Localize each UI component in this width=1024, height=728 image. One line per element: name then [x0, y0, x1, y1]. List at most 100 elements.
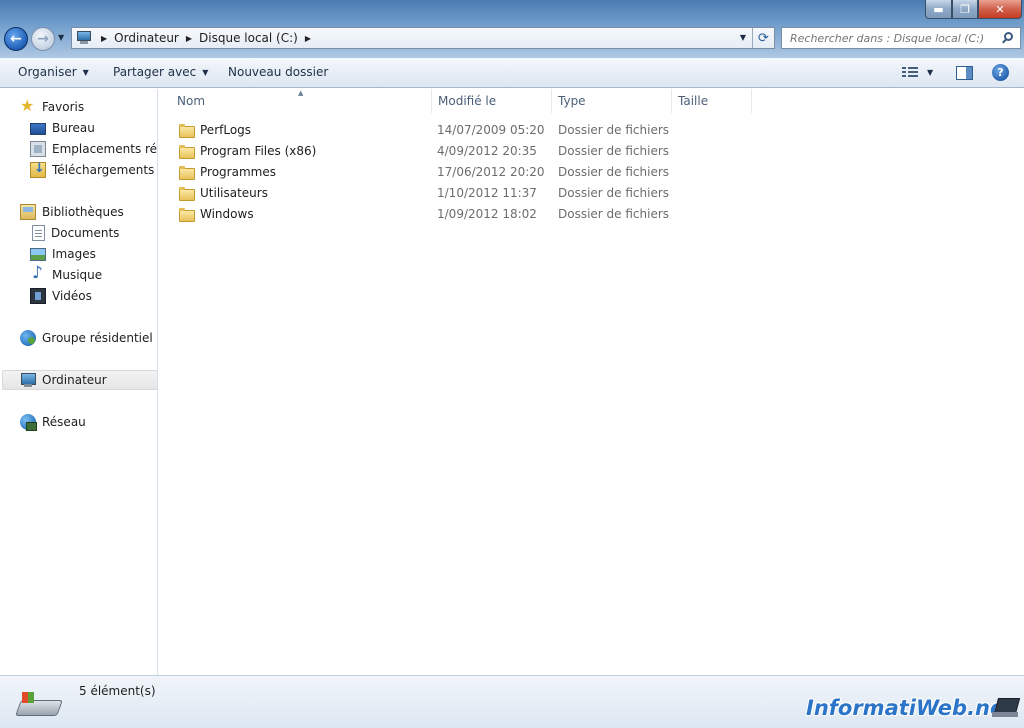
sidebar-item-images[interactable]: Images — [30, 244, 96, 264]
sidebar-item-desktop[interactable]: Bureau — [30, 118, 95, 138]
organize-label: Organiser — [18, 65, 77, 79]
search-input[interactable] — [790, 31, 995, 45]
breadcrumb-separator-icon[interactable]: ▶ — [305, 34, 311, 43]
column-header-type[interactable]: Type — [551, 89, 672, 113]
back-arrow-icon: ← — [10, 31, 22, 47]
refresh-button[interactable]: ⟳ — [752, 28, 774, 48]
navigation-pane: Favoris Bureau Emplacements récents Télé… — [0, 89, 158, 675]
sidebar-item-documents[interactable]: Documents — [30, 223, 119, 243]
table-row[interactable]: Program Files (x86) 4/09/2012 20:35 Doss… — [159, 140, 759, 161]
sidebar-item-label: Bureau — [52, 121, 95, 135]
address-bar[interactable]: ▶ Ordinateur ▶ Disque local (C:) ▶ ▼ ⟳ — [71, 27, 775, 49]
sidebar-item-label: Documents — [51, 226, 120, 240]
breadcrumb-ordinateur[interactable]: Ordinateur — [114, 31, 179, 45]
file-type: Dossier de fichiers — [558, 206, 670, 221]
folder-icon — [179, 144, 195, 159]
file-name: Programmes — [200, 164, 276, 179]
laptop-logo-icon — [992, 698, 1020, 720]
star-icon — [20, 96, 36, 115]
file-type: Dossier de fichiers — [558, 122, 670, 137]
file-name: Windows — [200, 206, 254, 221]
sidebar-item-homegroup[interactable]: Groupe résidentiel — [20, 328, 153, 348]
chevron-down-icon: ▼ — [82, 67, 89, 77]
file-modified: 1/09/2012 18:02 — [437, 206, 537, 221]
sidebar-item-label: Groupe résidentiel — [42, 331, 153, 345]
video-film-icon — [30, 288, 46, 304]
sidebar-item-recent-places[interactable]: Emplacements récents — [30, 139, 157, 159]
sidebar-item-label: Musique — [52, 268, 103, 282]
window-controls: ▬ ❐ ✕ — [925, 0, 1022, 20]
sidebar-item-computer[interactable]: Ordinateur — [2, 370, 157, 390]
maximize-button[interactable]: ❐ — [952, 0, 978, 19]
sidebar-item-videos[interactable]: Vidéos — [30, 286, 92, 306]
column-header-label: Taille — [678, 94, 709, 108]
column-header-modified[interactable]: Modifié le — [431, 89, 552, 113]
breadcrumb-separator-icon[interactable]: ▶ — [101, 34, 107, 43]
file-name: PerfLogs — [200, 122, 252, 137]
file-name-cell: Programmes — [179, 161, 276, 182]
share-with-label: Partager avec — [113, 65, 197, 79]
watermark-logo: InformatiWeb.net — [806, 696, 1015, 720]
back-button[interactable]: ← — [4, 27, 28, 51]
item-count: 5 élément(s) — [79, 684, 156, 698]
forward-button[interactable]: → — [31, 27, 55, 51]
sidebar-item-music[interactable]: Musique — [30, 263, 103, 285]
homegroup-icon — [20, 330, 36, 346]
breadcrumb-separator-icon[interactable]: ▶ — [186, 34, 192, 43]
close-button[interactable]: ✕ — [978, 0, 1022, 19]
sort-ascending-icon: ▲ — [298, 89, 304, 97]
column-header-label: Type — [558, 94, 586, 108]
folder-icon — [179, 165, 195, 180]
organize-button[interactable]: Organiser ▼ — [18, 65, 89, 79]
file-modified: 4/09/2012 20:35 — [437, 143, 537, 158]
sidebar-item-label: Vidéos — [52, 289, 92, 303]
sidebar-item-libraries[interactable]: Bibliothèques — [20, 202, 124, 222]
view-options-icon[interactable] — [902, 67, 918, 79]
file-modified: 1/10/2012 11:37 — [437, 185, 537, 200]
table-row[interactable]: Programmes 17/06/2012 20:20 Dossier de f… — [159, 161, 759, 182]
search-icon[interactable] — [1002, 32, 1014, 45]
file-type: Dossier de fichiers — [558, 185, 670, 200]
table-row[interactable]: Utilisateurs 1/10/2012 11:37 Dossier de … — [159, 182, 759, 203]
file-name: Utilisateurs — [200, 185, 268, 200]
file-name: Program Files (x86) — [200, 143, 317, 158]
minimize-button[interactable]: ▬ — [925, 0, 952, 19]
table-row[interactable]: PerfLogs 14/07/2009 05:20 Dossier de fic… — [159, 119, 759, 140]
pictures-icon — [30, 248, 46, 261]
new-folder-button[interactable]: Nouveau dossier — [228, 65, 328, 79]
sidebar-item-label: Images — [52, 247, 96, 261]
recent-places-icon — [30, 141, 46, 157]
sidebar-item-network[interactable]: Réseau — [20, 412, 86, 432]
help-icon[interactable]: ? — [992, 64, 1009, 81]
file-type: Dossier de fichiers — [558, 143, 670, 158]
music-note-icon — [30, 263, 46, 283]
recent-pages-chevron-down-icon[interactable]: ▼ — [58, 33, 64, 42]
column-header-size[interactable]: Taille — [671, 89, 752, 113]
folder-icon — [179, 186, 195, 201]
address-history-chevron-down-icon[interactable]: ▼ — [740, 33, 746, 42]
computer-icon — [20, 372, 36, 388]
breadcrumb-disque-local[interactable]: Disque local (C:) — [199, 31, 298, 45]
sidebar-item-label: Favoris — [42, 100, 85, 114]
folder-icon — [179, 207, 195, 222]
column-header-label: Nom — [177, 94, 206, 108]
new-folder-label: Nouveau dossier — [228, 65, 329, 79]
preview-pane-icon[interactable] — [956, 66, 973, 80]
column-header-label: Modifié le — [438, 94, 497, 108]
file-name-cell: Program Files (x86) — [179, 140, 316, 161]
table-row[interactable]: Windows 1/09/2012 18:02 Dossier de fichi… — [159, 203, 759, 224]
forward-arrow-icon: → — [37, 31, 49, 47]
file-modified: 14/07/2009 05:20 — [437, 122, 545, 137]
view-options-chevron-down-icon[interactable]: ▼ — [927, 68, 933, 77]
search-box[interactable] — [781, 27, 1021, 49]
sidebar-item-downloads[interactable]: Téléchargements — [30, 160, 154, 180]
downloads-folder-icon — [30, 161, 46, 178]
file-list: Nom ▲ Modifié le Type Taille PerfLogs 14… — [159, 89, 1024, 675]
sidebar-item-label: Bibliothèques — [42, 205, 124, 219]
share-with-button[interactable]: Partager avec ▼ — [113, 65, 208, 79]
libraries-icon — [20, 204, 36, 220]
hard-drive-icon — [15, 692, 63, 720]
sidebar-item-favorites[interactable]: Favoris — [20, 96, 85, 117]
file-name-cell: Windows — [179, 203, 254, 224]
sidebar-item-label: Ordinateur — [42, 373, 107, 387]
